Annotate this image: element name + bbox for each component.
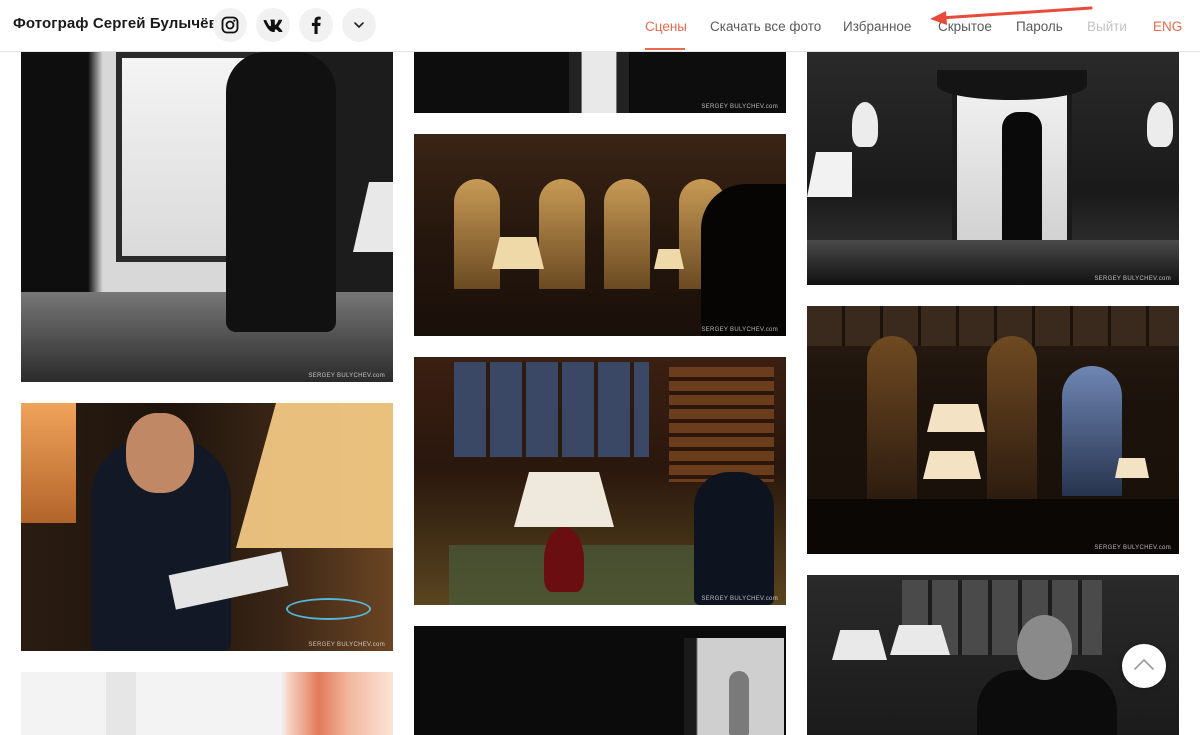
nav-scenes[interactable]: Сцены xyxy=(645,19,687,34)
gallery-photo[interactable]: SERGEY BULYCHEV.com xyxy=(414,134,786,336)
instagram-icon xyxy=(221,16,239,34)
photo-detail-window-glow xyxy=(1062,366,1122,496)
photo-detail-glass xyxy=(286,598,371,620)
photo-detail-arch xyxy=(604,179,650,289)
photo-detail-lampshade xyxy=(890,625,950,655)
photo-watermark: SERGEY BULYCHEV.com xyxy=(308,373,385,379)
top-bar: Фотограф Сергей Булычёв Сцены Скачать вс… xyxy=(0,0,1200,52)
gallery-photo[interactable]: SERGEY BULYCHEV.com xyxy=(414,357,786,605)
nav-download-all[interactable]: Скачать все фото xyxy=(710,19,821,34)
gallery-photo[interactable]: SERGEY BULYCHEV.com xyxy=(21,52,393,382)
instagram-button[interactable] xyxy=(213,8,247,42)
photo-detail-lamp xyxy=(353,182,393,252)
gallery-photo[interactable] xyxy=(807,575,1179,735)
photo-detail-lamp-base xyxy=(544,527,584,592)
photo-detail-urn xyxy=(1147,102,1173,147)
scroll-to-top-button[interactable] xyxy=(1122,644,1166,688)
photo-detail-lampshade xyxy=(492,237,544,269)
gallery-photo[interactable]: SERGEY BULYCHEV.com xyxy=(21,403,393,651)
photo-detail-lamp xyxy=(236,403,393,548)
facebook-button[interactable] xyxy=(299,8,333,42)
chevron-up-icon xyxy=(1133,657,1155,676)
active-tab-indicator xyxy=(645,48,685,50)
photo-detail-silhouette xyxy=(701,184,786,336)
photo-detail-arch xyxy=(867,336,917,506)
photo-detail-frame xyxy=(106,672,136,735)
gallery-photo[interactable]: SERGEY BULYCHEV.com xyxy=(807,52,1179,285)
photo-watermark: SERGEY BULYCHEV.com xyxy=(701,327,778,333)
photo-detail-window xyxy=(21,403,76,523)
facebook-icon xyxy=(311,16,321,34)
vk-button[interactable] xyxy=(256,8,290,42)
site-title[interactable]: Фотограф Сергей Булычёв xyxy=(13,15,218,32)
photo-detail-lampshade xyxy=(927,404,985,432)
photo-detail-shirt xyxy=(569,52,629,113)
photo-detail-figure xyxy=(226,52,336,332)
photo-detail-floor xyxy=(21,292,393,382)
nav-logout[interactable]: Выйти xyxy=(1087,19,1127,34)
photo-detail-face xyxy=(1017,615,1072,680)
photo-detail-drape xyxy=(937,70,1087,100)
photo-detail-lampshade xyxy=(1115,458,1149,478)
photo-detail-lampshade xyxy=(807,152,852,197)
gallery-photo[interactable]: SERGEY BULYCHEV.com xyxy=(807,306,1179,554)
photo-detail-ceiling xyxy=(807,306,1179,346)
gallery-photo[interactable] xyxy=(21,672,393,735)
vk-icon xyxy=(263,18,283,32)
photo-detail-arch xyxy=(539,179,585,289)
photo-watermark: SERGEY BULYCHEV.com xyxy=(308,642,385,648)
photo-detail-arch xyxy=(454,179,500,289)
photo-detail-face xyxy=(126,413,194,493)
nav-language[interactable]: ENG xyxy=(1153,19,1182,34)
gallery-photo[interactable]: SERGEY BULYCHEV.com xyxy=(414,52,786,113)
photo-detail-urn xyxy=(852,102,878,147)
nav-hidden[interactable]: Скрытое xyxy=(938,19,992,34)
photo-detail-paintings xyxy=(454,362,649,457)
nav-password[interactable]: Пароль xyxy=(1016,19,1063,34)
photo-detail-figure xyxy=(729,671,749,735)
photo-detail-lampshade xyxy=(514,472,614,527)
photo-detail-figure xyxy=(1002,112,1042,247)
nav-favorites[interactable]: Избранное xyxy=(843,19,911,34)
photo-detail-bookshelf xyxy=(669,367,774,482)
photo-watermark: SERGEY BULYCHEV.com xyxy=(1094,545,1171,551)
photo-detail-arch xyxy=(987,336,1037,506)
photo-detail-lampshade xyxy=(654,249,684,269)
photo-detail-lampshade xyxy=(832,630,887,660)
photo-watermark: SERGEY BULYCHEV.com xyxy=(1094,276,1171,282)
photo-detail-lampshade xyxy=(923,451,981,479)
gallery-photo[interactable] xyxy=(414,626,786,735)
photo-detail-figure xyxy=(694,472,774,605)
more-social-button[interactable] xyxy=(342,8,376,42)
chevron-down-icon xyxy=(353,21,365,29)
photo-watermark: SERGEY BULYCHEV.com xyxy=(701,104,778,110)
photo-watermark: SERGEY BULYCHEV.com xyxy=(701,596,778,602)
